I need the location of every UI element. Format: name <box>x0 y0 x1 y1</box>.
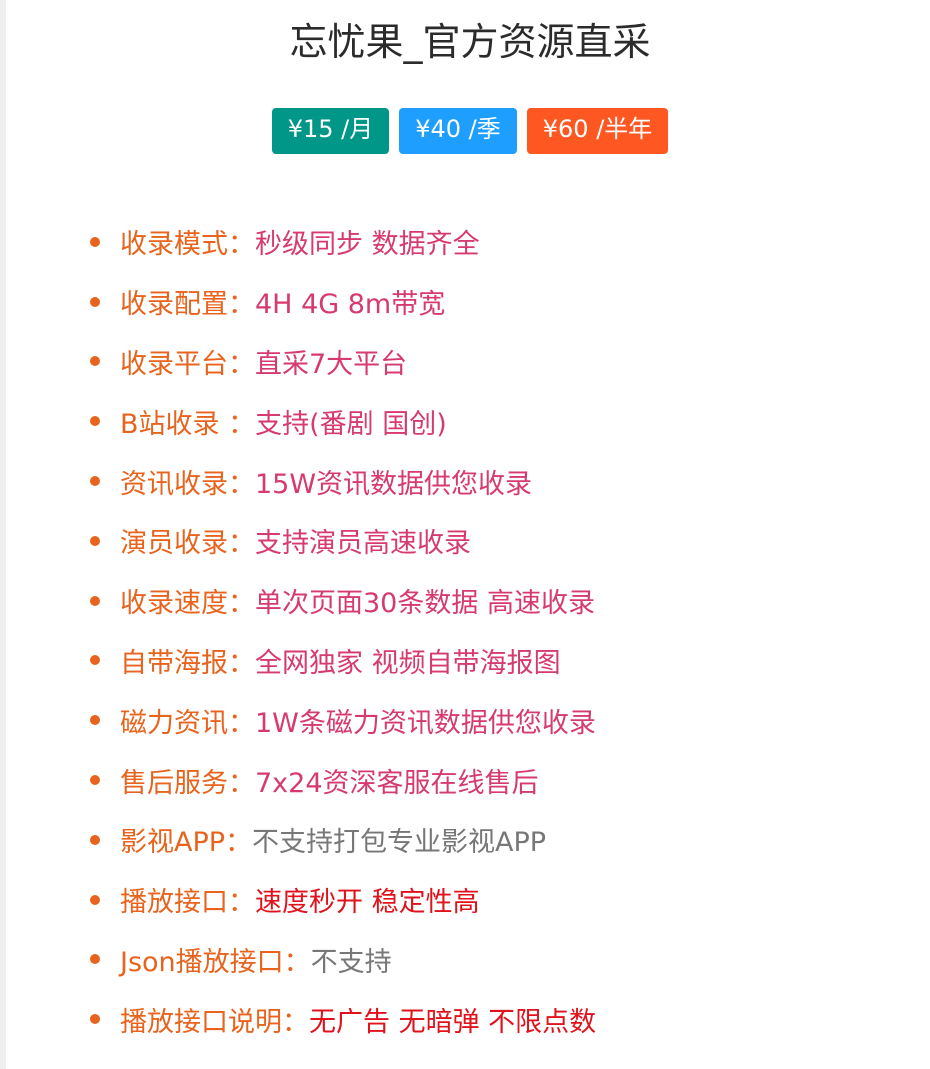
feature-value: 支持演员高速收录 <box>255 528 471 560</box>
feature-label: Json播放接口： <box>120 946 311 978</box>
price-options: ¥15 /月 ¥40 /季 ¥60 /半年 <box>0 108 930 154</box>
feature-list: 收录模式： 秒级同步 数据齐全 收录配置： 4H 4G 8m带宽 收录平台： 直采7大… <box>90 212 596 1049</box>
feature-item: 收录速度： 单次页面30条数据 高速收录 <box>90 571 596 631</box>
price-tag-monthly[interactable]: ¥15 /月 <box>271 108 390 154</box>
bullet-icon <box>90 356 100 367</box>
feature-label: 售后服务： <box>120 767 255 799</box>
left-edge-divider <box>0 0 6 1069</box>
bullet-icon <box>90 595 100 606</box>
feature-item: 播放接口： 速度秒开 稳定性高 <box>90 870 596 930</box>
feature-value: 1W条磁力资讯数据供您收录 <box>255 707 596 739</box>
feature-item: 收录配置： 4H 4G 8m带宽 <box>90 272 596 332</box>
bullet-icon <box>90 1014 100 1025</box>
feature-label: 影视APP： <box>120 827 253 859</box>
feature-item: 演员收录： 支持演员高速收录 <box>90 511 596 571</box>
feature-label: 播放接口： <box>120 887 255 919</box>
feature-value: 速度秒开 稳定性高 <box>255 887 480 919</box>
price-tag-quarterly[interactable]: ¥40 /季 <box>399 108 517 154</box>
bullet-icon <box>90 775 100 786</box>
feature-label: 收录模式： <box>120 229 255 261</box>
bullet-icon <box>90 655 100 666</box>
feature-label: 资讯收录： <box>120 468 255 500</box>
feature-value: 直采7大平台 <box>255 348 408 380</box>
feature-value: 全网独家 视频自带海报图 <box>255 647 561 679</box>
feature-value: 7x24资深客服在线售后 <box>255 767 539 799</box>
bullet-icon <box>90 535 100 546</box>
feature-item: 自带海报： 全网独家 视频自带海报图 <box>90 631 596 691</box>
feature-item: Json播放接口： 不支持 <box>90 930 596 990</box>
feature-label: 自带海报： <box>120 647 255 679</box>
feature-item: B站收录 ：支持(番剧 国创) <box>90 391 596 451</box>
feature-label: 磁力资讯： <box>120 707 255 739</box>
bullet-icon <box>90 894 100 905</box>
bullet-icon <box>90 416 100 427</box>
bullet-icon <box>90 236 100 247</box>
feature-item: 影视APP： 不支持打包专业影视APP <box>90 810 596 870</box>
feature-item: 播放接口说明： 无广告 无暗弹 不限点数 <box>90 989 596 1049</box>
bullet-icon <box>90 715 100 726</box>
feature-item: 资讯收录： 15W资讯数据供您收录 <box>90 451 596 511</box>
feature-value: 单次页面30条数据 高速收录 <box>255 588 595 620</box>
feature-value: 支持(番剧 国创) <box>255 408 447 440</box>
bullet-icon <box>90 834 100 845</box>
feature-label: 收录平台： <box>120 348 255 380</box>
feature-label: 演员收录： <box>120 528 255 560</box>
feature-label: 收录速度： <box>120 588 255 620</box>
feature-label: 收录配置： <box>120 289 255 321</box>
feature-item: 收录平台： 直采7大平台 <box>90 332 596 392</box>
feature-label: 播放接口说明： <box>120 1006 309 1038</box>
feature-value: 秒级同步 数据齐全 <box>255 229 480 261</box>
feature-label: B站收录 ： <box>120 408 256 440</box>
price-tag-half-year[interactable]: ¥60 /半年 <box>526 108 669 154</box>
feature-value: 无广告 无暗弹 不限点数 <box>309 1006 597 1038</box>
feature-value: 15W资讯数据供您收录 <box>255 468 533 500</box>
page-title: 忘忧果_官方资源直采 <box>289 20 651 64</box>
bullet-icon <box>90 476 100 487</box>
bullet-icon <box>90 296 100 307</box>
bullet-icon <box>90 954 100 965</box>
feature-item: 收录模式： 秒级同步 数据齐全 <box>90 212 596 272</box>
feature-value: 不支持打包专业影视APP <box>252 827 547 859</box>
feature-item: 磁力资讯： 1W条磁力资讯数据供您收录 <box>90 690 596 750</box>
feature-item: 售后服务： 7x24资深客服在线售后 <box>90 750 596 810</box>
feature-value: 不支持 <box>310 946 392 978</box>
feature-value: 4H 4G 8m带宽 <box>255 289 446 321</box>
